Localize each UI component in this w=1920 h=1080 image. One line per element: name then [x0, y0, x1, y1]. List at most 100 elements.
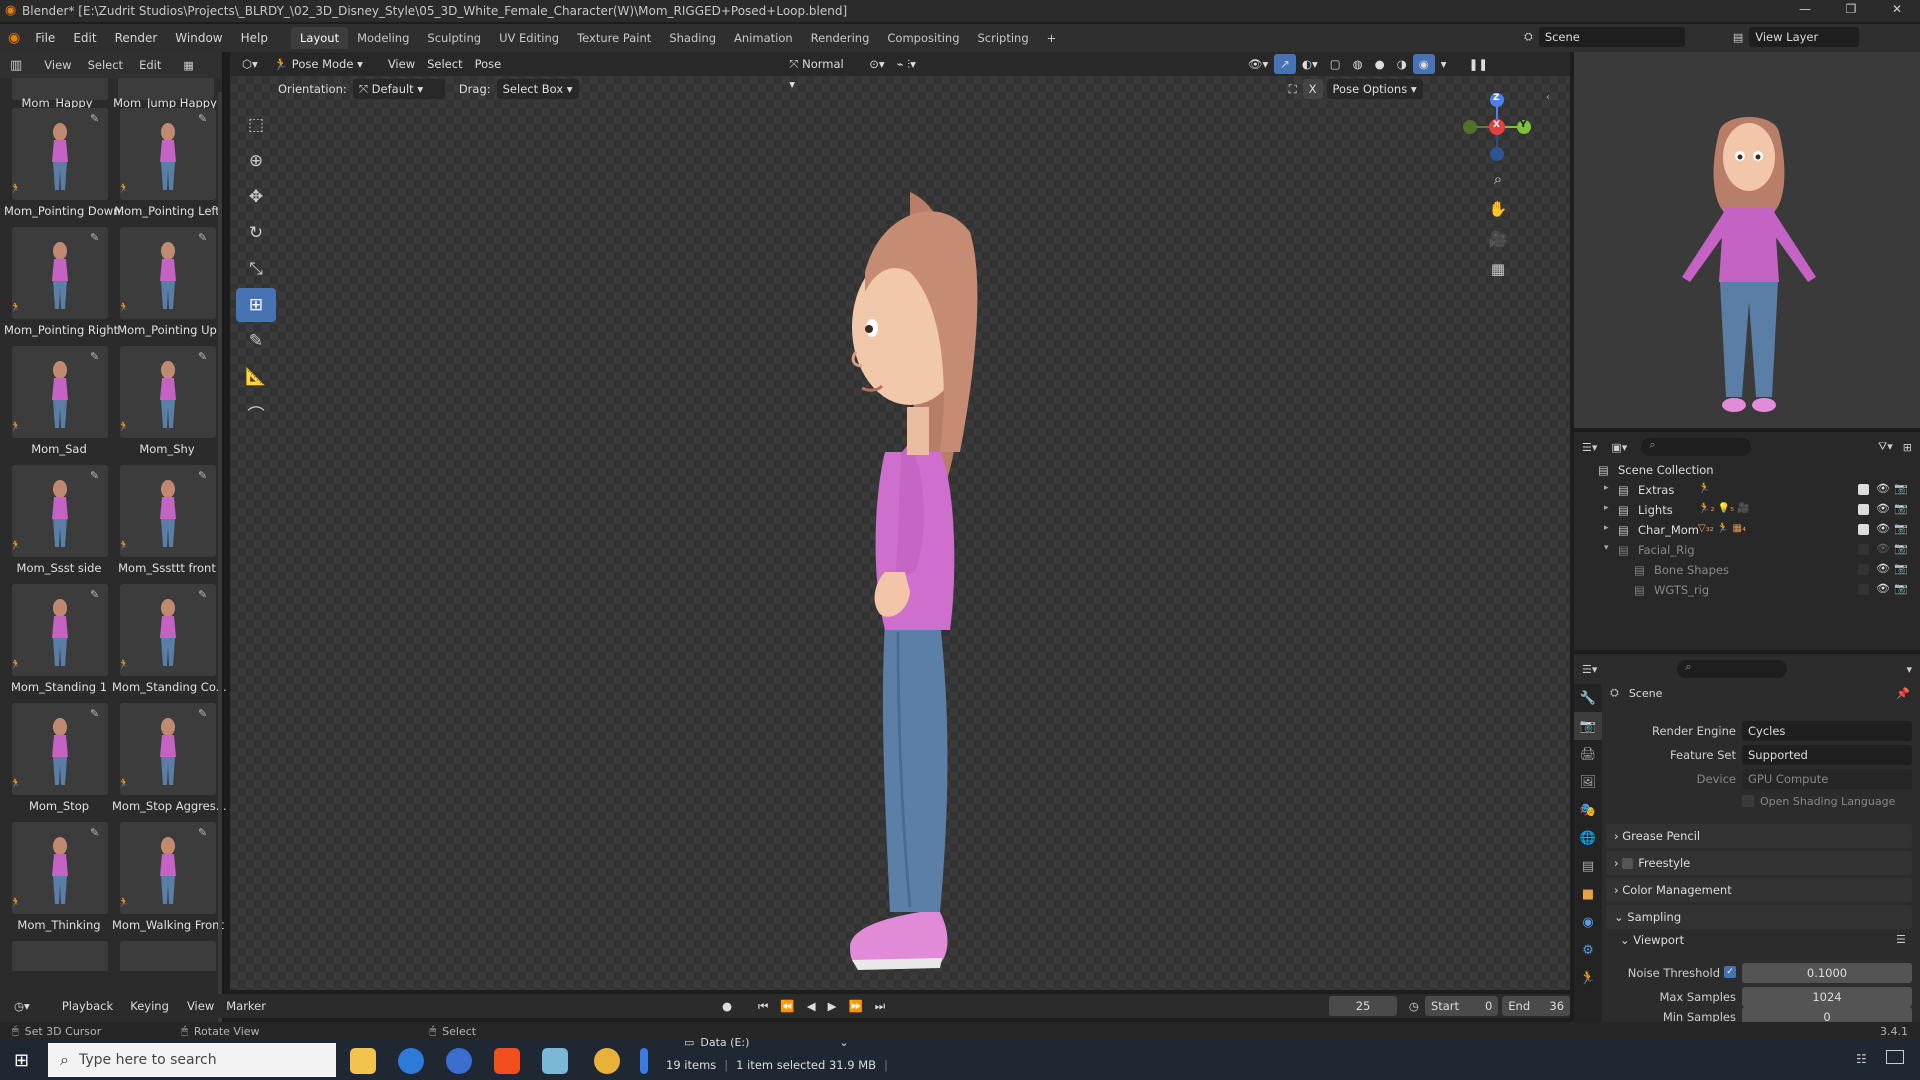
asset-tile[interactable]: ✎ 🏃 Mom_Walking Front	[112, 822, 224, 939]
outliner-row[interactable]: ▸ ▤ Lights 🏃₂ 💡₅ 🎥 👁 📷	[1574, 500, 1920, 520]
shading-options-icon[interactable]: ▾	[1435, 54, 1453, 74]
device-dropdown[interactable]: GPU Compute	[1742, 769, 1912, 789]
menu-render[interactable]: Render	[106, 27, 167, 49]
file-explorer-icon[interactable]	[350, 1048, 376, 1074]
new-collection-icon[interactable]: ⊞	[1903, 441, 1912, 454]
properties-search-input[interactable]: ⌕	[1677, 660, 1788, 678]
navigation-gizmo[interactable]: Z X Y	[1462, 92, 1532, 162]
xray-icon[interactable]: ▢	[1324, 54, 1347, 74]
section-grease-pencil[interactable]: › Grease Pencil	[1606, 824, 1912, 848]
editor-type-button[interactable]: ⬡▾	[236, 54, 264, 74]
edge-browser-icon[interactable]	[398, 1048, 424, 1074]
scene-selector[interactable]: Scene	[1538, 27, 1685, 47]
play-reverse-icon[interactable]: ◀	[801, 996, 822, 1016]
chevron-right-icon[interactable]: ▸	[1604, 523, 1609, 533]
close-button[interactable]: ✕	[1874, 2, 1920, 20]
start-frame-field[interactable]: Start 0	[1424, 996, 1499, 1016]
menu-file[interactable]: File	[26, 27, 64, 49]
asset-edit-menu[interactable]: Edit	[131, 58, 169, 72]
figma-icon[interactable]	[494, 1048, 520, 1074]
tab-texture-paint[interactable]: Texture Paint	[568, 27, 660, 49]
marker-menu[interactable]: Marker	[220, 996, 272, 1016]
edit-icon[interactable]: ✎	[198, 350, 212, 364]
transform-tool-icon[interactable]: ⊞	[236, 288, 276, 322]
view-layer-tab-icon[interactable]: 🖼	[1574, 768, 1602, 796]
camera-render-icon[interactable]: 📷	[1894, 542, 1908, 555]
tab-shading[interactable]: Shading	[660, 27, 725, 49]
camera-render-icon[interactable]: 📷	[1894, 522, 1908, 535]
asset-tile[interactable]: ✎ 🏃 Mom_Pointing Down	[4, 108, 121, 225]
playback-menu[interactable]: Playback ▾	[56, 996, 124, 1033]
play-icon[interactable]: ▶	[822, 996, 843, 1016]
solid-shading-icon[interactable]: ●	[1369, 54, 1391, 74]
relax-pose-tool-icon[interactable]: ⌒	[236, 396, 276, 430]
properties-options-icon[interactable]: ▾	[1906, 663, 1912, 676]
asset-tile[interactable]: ✎ 🏃 Mom_Sad	[6, 346, 108, 463]
annotate-tool-icon[interactable]: ✎	[236, 324, 276, 358]
wireframe-shading-icon[interactable]: ◍	[1347, 54, 1369, 74]
asset-tile[interactable]: ✎ 🏃 Mom_Pointing Right	[4, 227, 118, 344]
freestyle-checkbox[interactable]	[1622, 858, 1634, 869]
orientation-dropdown[interactable]: ⤧ Default ▾	[352, 79, 445, 99]
eye-icon[interactable]: 👁	[1876, 542, 1890, 555]
minimize-button[interactable]: —	[1782, 2, 1828, 20]
transform-orientation-selector[interactable]: ⤧ Normal ▾	[783, 54, 858, 91]
asset-select-menu[interactable]: Select	[80, 58, 131, 72]
snap-icon[interactable]: ⌁ ⫶▾	[891, 54, 922, 74]
edit-icon[interactable]: ✎	[90, 826, 104, 840]
edit-icon[interactable]: ✎	[198, 231, 212, 245]
tab-rendering[interactable]: Rendering	[802, 27, 879, 49]
filter-icon[interactable]: ⛛▾	[1878, 440, 1893, 454]
3d-viewport[interactable]: Z X Y ‹ ⌕ ✋ 🎥 ▦	[230, 52, 1570, 990]
prev-keyframe-icon[interactable]: ⏪	[774, 996, 800, 1016]
snap-settings-icon[interactable]: ⛶	[1283, 79, 1303, 99]
asset-scrollbar[interactable]	[218, 92, 222, 1032]
mirror-x-icon[interactable]: X	[1302, 79, 1323, 99]
viewport-pose-menu[interactable]: Pose	[469, 54, 508, 74]
osl-checkbox[interactable]	[1742, 795, 1754, 807]
object-tab-icon[interactable]: ■	[1574, 880, 1602, 908]
details-view-icon[interactable]: ☷	[1856, 1052, 1867, 1066]
exclude-checkbox[interactable]	[1858, 564, 1869, 575]
chevron-right-icon[interactable]: ▸	[1604, 483, 1609, 493]
timeline-view-menu[interactable]: View	[181, 996, 220, 1016]
jump-end-icon[interactable]: ⏭	[869, 996, 891, 1016]
rendered-shading-icon[interactable]: ◉	[1412, 54, 1435, 74]
noise-threshold-field[interactable]: 0.1000	[1742, 963, 1912, 983]
section-sampling[interactable]: ⌄ Sampling	[1606, 905, 1912, 929]
outliner-search-input[interactable]: ⌕	[1641, 438, 1752, 456]
asset-tile[interactable]: ✎ 🏃 Mom_Standing Co...	[112, 584, 227, 701]
maximize-button[interactable]: ❐	[1828, 2, 1874, 20]
chevron-right-icon[interactable]: ▸	[1604, 503, 1609, 513]
asset-tile[interactable]: ✎ 🏃 Mom_Sssttt front	[114, 465, 216, 582]
viewport-select-menu[interactable]: Select	[421, 54, 468, 74]
asset-tile[interactable]: ✎ 🏃 Mom_Thinking	[6, 822, 108, 939]
visibility-icon[interactable]: 👁▾	[1242, 54, 1274, 74]
outliner-row[interactable]: ▤ WGTS_rig 👁 📷	[1574, 580, 1920, 600]
armature-tab-icon[interactable]: 🏃	[1574, 964, 1602, 992]
current-frame-field[interactable]: 25	[1329, 996, 1397, 1016]
asset-view-menu[interactable]: View	[36, 58, 79, 72]
camera-render-icon[interactable]: 📷	[1894, 502, 1908, 515]
camera-view-icon[interactable]: 🎥	[1486, 224, 1510, 254]
viewport-view-menu[interactable]: View	[382, 54, 421, 74]
menu-help[interactable]: Help	[232, 27, 277, 49]
blender-menu-icon[interactable]: ◉	[8, 30, 20, 46]
outliner-row[interactable]: ▸ ▤ Char_Mom ▽₃₂ 🏃 ▦₄ 👁 📷	[1574, 520, 1920, 540]
menu-edit[interactable]: Edit	[64, 27, 105, 49]
feature-set-dropdown[interactable]: Supported	[1742, 745, 1912, 765]
pan-hand-icon[interactable]: ✋	[1486, 194, 1510, 224]
camera-preview-viewport[interactable]	[1574, 52, 1920, 428]
edit-icon[interactable]: ✎	[90, 231, 104, 245]
tab-modeling[interactable]: Modeling	[348, 27, 418, 49]
scene-tab-icon[interactable]: 🎭	[1574, 796, 1602, 824]
pose-options-dropdown[interactable]: Pose Options ▾	[1326, 79, 1423, 99]
gizmo-toggle-icon[interactable]: ↗	[1274, 54, 1296, 74]
pause-render-icon[interactable]: ❚❚	[1463, 54, 1494, 74]
eye-icon[interactable]: 👁	[1876, 482, 1890, 495]
collection-tab-icon[interactable]: ▤	[1574, 852, 1602, 880]
material-shading-icon[interactable]: ◑	[1391, 54, 1413, 74]
asset-tile[interactable]: ✎ 🏃 Mom_Pointing Left	[114, 108, 220, 225]
overlay-icon[interactable]: ◐▾	[1296, 54, 1324, 74]
min-samples-field[interactable]: 0	[1742, 1007, 1912, 1022]
